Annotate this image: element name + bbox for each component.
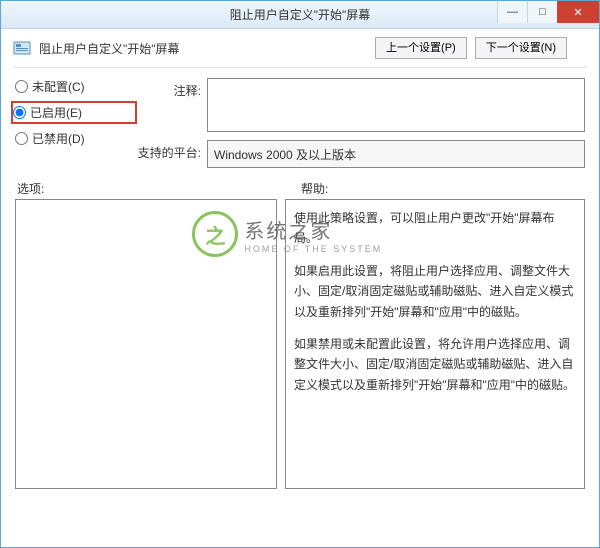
state-radio-group: 未配置(C) 已启用(E) 已禁用(D) (15, 78, 135, 147)
help-paragraph-1: 如果启用此设置，将阻止用户选择应用、调整文件大小、固定/取消固定磁贴或辅助磁贴、… (294, 261, 576, 322)
title-bar: 阻止用户自定义"开始"屏幕 — □ ✕ (1, 1, 599, 29)
window-buttons: — □ ✕ (497, 1, 599, 23)
next-setting-button[interactable]: 下一个设置(N) (475, 37, 567, 59)
right-fields: 注释: 支持的平台: Windows 2000 及以上版本 (135, 78, 585, 168)
radio-not-configured-label: 未配置(C) (32, 78, 85, 95)
comment-input[interactable] (207, 78, 585, 132)
minimize-button[interactable]: — (497, 1, 527, 23)
radio-enabled-label: 已启用(E) (30, 104, 82, 121)
radio-disabled-label: 已禁用(D) (32, 130, 85, 147)
radio-column: 未配置(C) 已启用(E) 已禁用(D) (15, 78, 135, 147)
nav-buttons: 上一个设置(P) 下一个设置(N) (375, 37, 587, 59)
help-panel: 使用此策略设置，可以阻止用户更改"开始"屏幕布局。 如果启用此设置，将阻止用户选… (285, 199, 585, 489)
radio-not-configured-input[interactable] (15, 80, 28, 93)
help-paragraph-0: 使用此策略设置，可以阻止用户更改"开始"屏幕布局。 (294, 208, 576, 249)
maximize-button[interactable]: □ (527, 1, 557, 23)
help-label: 帮助: (301, 180, 328, 197)
platform-value: Windows 2000 及以上版本 (207, 140, 585, 168)
config-row: 未配置(C) 已启用(E) 已禁用(D) 注释: 支持的平台: Windows … (15, 78, 585, 168)
separator (13, 67, 587, 68)
panels: 使用此策略设置，可以阻止用户更改"开始"屏幕布局。 如果启用此设置，将阻止用户选… (15, 199, 585, 489)
previous-setting-button[interactable]: 上一个设置(P) (375, 37, 467, 59)
policy-icon (13, 39, 31, 57)
radio-disabled[interactable]: 已禁用(D) (15, 130, 135, 147)
options-label: 选项: (15, 180, 301, 197)
platform-label: 支持的平台: (135, 140, 207, 168)
options-panel (15, 199, 277, 489)
radio-disabled-input[interactable] (15, 132, 28, 145)
subheader-title: 阻止用户自定义"开始"屏幕 (39, 40, 180, 57)
window-title: 阻止用户自定义"开始"屏幕 (230, 6, 371, 23)
section-labels: 选项: 帮助: (15, 180, 585, 197)
close-button[interactable]: ✕ (557, 1, 599, 23)
comment-label: 注释: (135, 78, 207, 132)
radio-enabled-input[interactable] (13, 106, 26, 119)
content-area: 未配置(C) 已启用(E) 已禁用(D) 注释: 支持的平台: Windows … (1, 74, 599, 493)
radio-enabled[interactable]: 已启用(E) (13, 103, 135, 122)
subheader: 阻止用户自定义"开始"屏幕 上一个设置(P) 下一个设置(N) (1, 29, 599, 67)
radio-not-configured[interactable]: 未配置(C) (15, 78, 135, 95)
help-paragraph-2: 如果禁用或未配置此设置，将允许用户选择应用、调整文件大小、固定/取消固定磁贴或辅… (294, 334, 576, 395)
